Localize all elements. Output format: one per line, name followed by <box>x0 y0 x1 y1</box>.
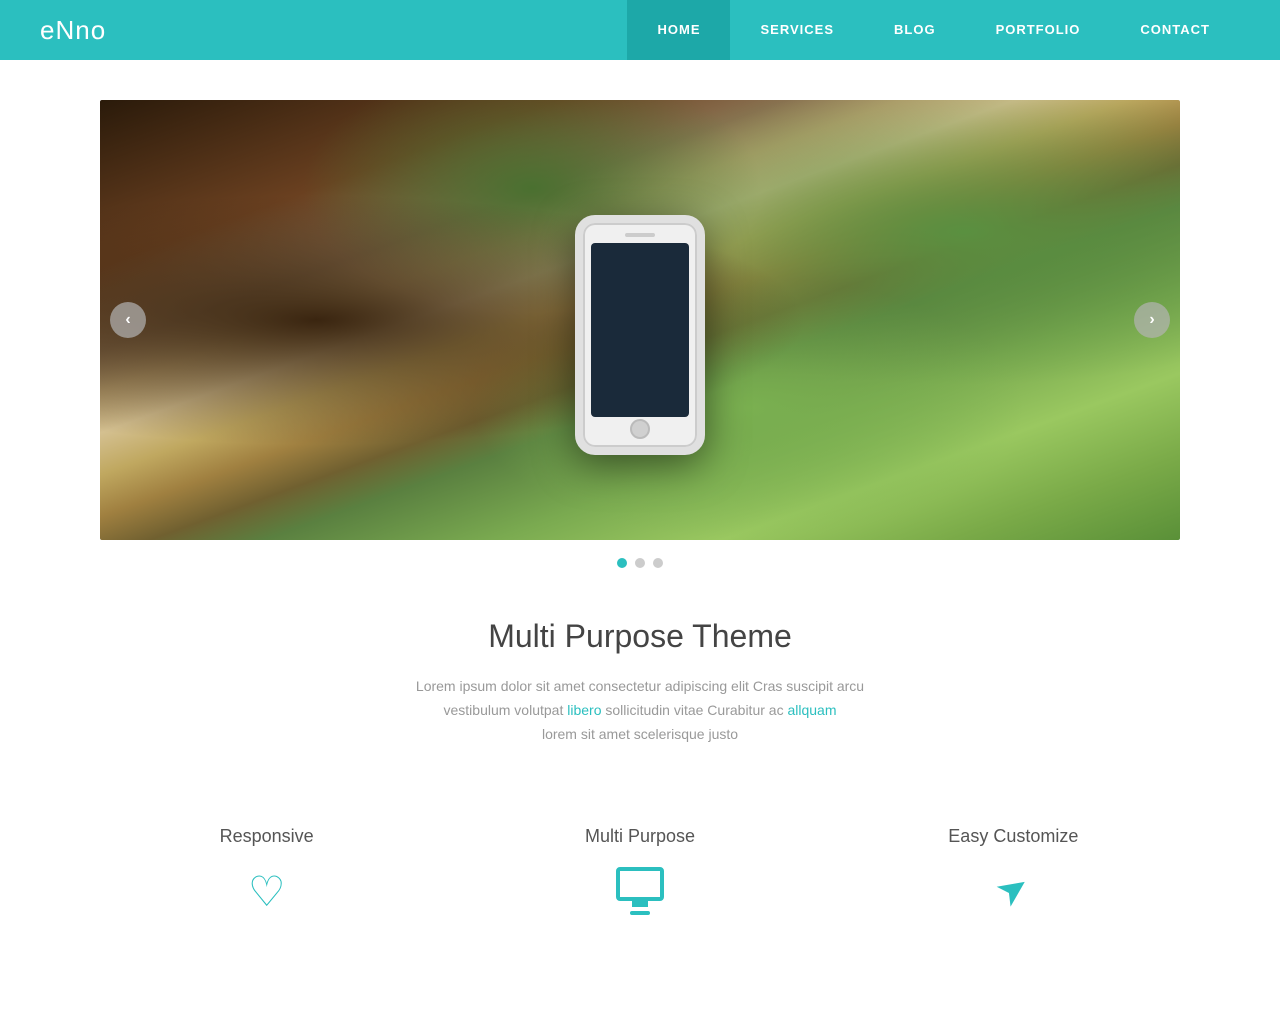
feature-multi-purpose-title: Multi Purpose <box>473 826 806 847</box>
phone-button <box>630 419 650 439</box>
feature-easy-customize-title: Easy Customize <box>847 826 1180 847</box>
phone-screen <box>591 243 689 417</box>
nav-link-services[interactable]: SERVICES <box>730 0 864 60</box>
nav-item-blog[interactable]: BLOG <box>864 0 966 60</box>
phone-speaker <box>625 233 655 237</box>
desc-line-2: vestibulum volutpat libero sollicitudin … <box>444 702 837 718</box>
slider-content <box>100 100 1180 540</box>
heart-icon-shape <box>248 867 286 916</box>
slider-dot-2[interactable] <box>635 558 645 568</box>
desc-line-3: lorem sit amet scelerisque justo <box>542 726 738 742</box>
heart-icon <box>100 867 433 916</box>
slider-next-button[interactable]: › <box>1134 302 1170 338</box>
navbar: eNno HOME SERVICES BLOG PORTFOLIO CONTAC… <box>0 0 1280 60</box>
send-icon-shape <box>997 867 1029 912</box>
nav-link-home[interactable]: HOME <box>627 0 730 60</box>
feature-multi-purpose: Multi Purpose <box>453 806 826 936</box>
main-title: Multi Purpose Theme <box>20 618 1260 655</box>
nav-item-home[interactable]: HOME <box>627 0 730 60</box>
main-content: Multi Purpose Theme Lorem ipsum dolor si… <box>0 568 1280 776</box>
features-section: Responsive Multi Purpose Easy Customize <box>0 776 1280 956</box>
monitor-base <box>630 911 650 915</box>
feature-responsive-title: Responsive <box>100 826 433 847</box>
main-description: Lorem ipsum dolor sit amet consectetur a… <box>340 675 940 746</box>
slider-dots <box>100 558 1180 568</box>
nav-item-services[interactable]: SERVICES <box>730 0 864 60</box>
nav-item-contact[interactable]: CONTACT <box>1110 0 1240 60</box>
nav-link-contact[interactable]: CONTACT <box>1110 0 1240 60</box>
hero-slider: ‹ › <box>100 100 1180 540</box>
desc-line-1: Lorem ipsum dolor sit amet consectetur a… <box>416 678 864 694</box>
slider-dot-3[interactable] <box>653 558 663 568</box>
feature-responsive: Responsive <box>80 806 453 936</box>
phone-illustration <box>575 215 705 455</box>
monitor-icon-shape <box>616 867 664 915</box>
nav-item-portfolio[interactable]: PORTFOLIO <box>966 0 1111 60</box>
slider-prev-button[interactable]: ‹ <box>110 302 146 338</box>
nav-link-portfolio[interactable]: PORTFOLIO <box>966 0 1111 60</box>
monitor-screen <box>616 867 664 901</box>
slider-dot-1[interactable] <box>617 558 627 568</box>
feature-easy-customize: Easy Customize <box>827 806 1200 936</box>
monitor-icon <box>473 867 806 915</box>
nav-links: HOME SERVICES BLOG PORTFOLIO CONTACT <box>627 0 1240 60</box>
send-icon <box>847 867 1180 912</box>
site-logo[interactable]: eNno <box>40 15 627 46</box>
nav-link-blog[interactable]: BLOG <box>864 0 966 60</box>
